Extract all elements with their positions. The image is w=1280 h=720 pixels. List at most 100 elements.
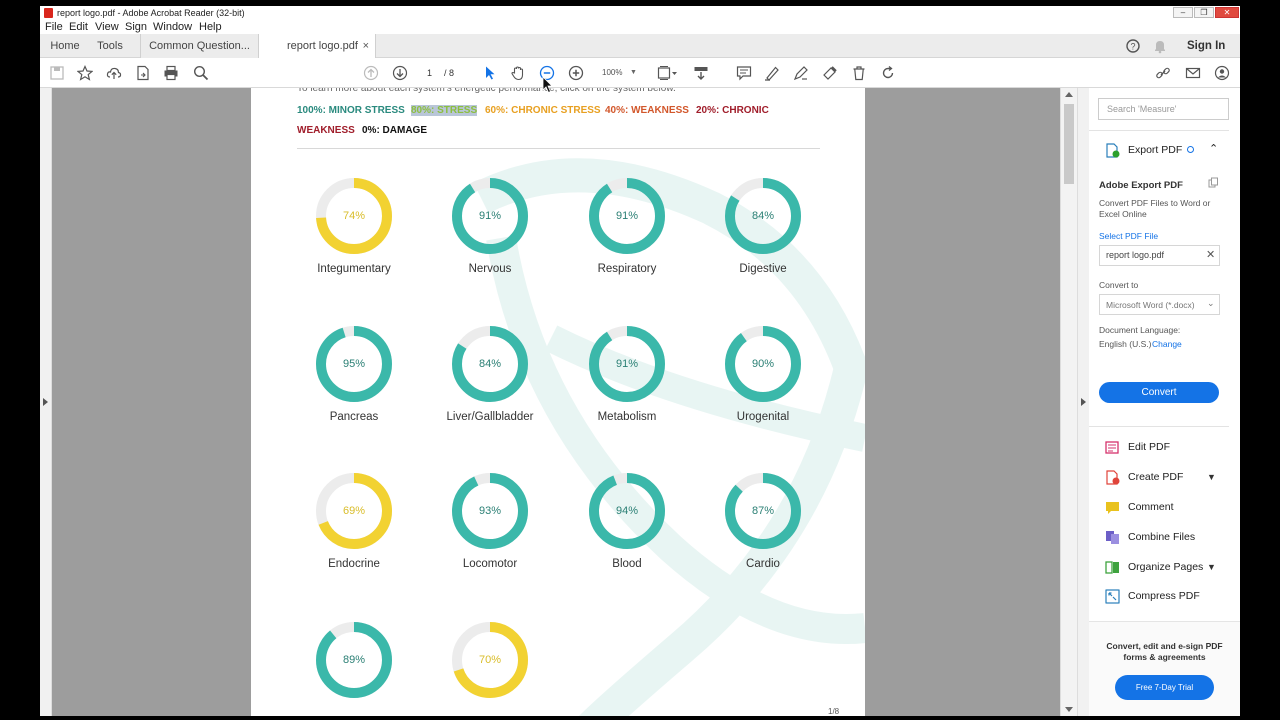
title-bar: report logo.pdf - Adobe Acrobat Reader (…: [40, 6, 1240, 20]
change-language-link[interactable]: Change: [1152, 339, 1182, 349]
hand-tool-icon[interactable]: [510, 65, 526, 81]
chevron-down-icon: ⌄: [1207, 298, 1215, 308]
gauge-label: Urogenital: [736, 411, 790, 423]
organize-pages-icon: [1105, 561, 1119, 574]
gauge-label: Liver/Gallbladder: [446, 411, 534, 423]
zoom-level-dropdown[interactable]: 100% ▼: [596, 64, 640, 82]
document-scrollbar[interactable]: [1060, 88, 1077, 716]
chevron-down-icon[interactable]: ▼: [1207, 468, 1216, 486]
cut-off-intro-text: To learn more about each system's energe…: [297, 88, 676, 94]
gauge-value: 84%: [751, 210, 775, 222]
select-pdf-file-link[interactable]: Select PDF File: [1099, 231, 1158, 241]
menu-sign[interactable]: Sign: [125, 21, 147, 33]
menu-file[interactable]: File: [45, 21, 63, 33]
chevron-up-icon[interactable]: ⌃: [1209, 140, 1218, 158]
previous-page-icon[interactable]: [363, 65, 379, 81]
tab-home[interactable]: Home: [40, 34, 90, 58]
zoom-value: 100%: [602, 68, 623, 77]
upload-cloud-icon[interactable]: [106, 65, 122, 81]
sign-in-button[interactable]: Sign In: [1187, 34, 1225, 58]
tools-search-input[interactable]: Search 'Measure': [1098, 98, 1229, 120]
gauge-locomotor[interactable]: 93%: [452, 473, 528, 549]
gauge-label: Endocrine: [328, 558, 380, 570]
gauge-pancreas[interactable]: 95%: [316, 326, 392, 402]
zoom-in-icon[interactable]: [568, 65, 584, 81]
email-envelope-icon[interactable]: [1185, 65, 1201, 81]
gauge-label: Locomotor: [462, 558, 518, 570]
menu-edit[interactable]: Edit: [69, 21, 88, 33]
chevron-down-icon[interactable]: ▼: [1207, 558, 1216, 576]
notifications-bell-icon[interactable]: [1152, 37, 1168, 55]
find-magnifier-icon[interactable]: [193, 65, 209, 81]
divider: [1089, 130, 1229, 131]
selected-file-field[interactable]: report logo.pdf ✕: [1099, 245, 1220, 266]
document-share-icon[interactable]: [135, 65, 151, 81]
tab-common-questions[interactable]: Common Question...: [140, 34, 258, 58]
gauge-liver-gallbladder[interactable]: 84%: [452, 326, 528, 402]
tool-label: Create PDF: [1128, 471, 1184, 483]
gauge-integumentary[interactable]: 74%: [316, 178, 392, 254]
legend-chronic-weakness: 20%: CHRONIC: [696, 105, 769, 116]
gauge-endocrine[interactable]: 69%: [316, 473, 392, 549]
close-window-button[interactable]: ✕: [1215, 7, 1239, 18]
convert-button[interactable]: Convert: [1099, 382, 1219, 403]
gauge-metabolism[interactable]: 91%: [589, 326, 665, 402]
help-icon[interactable]: ?: [1125, 37, 1141, 55]
next-page-icon[interactable]: [392, 65, 408, 81]
gauge-digestive[interactable]: 84%: [725, 178, 801, 254]
rotate-icon[interactable]: [880, 65, 896, 81]
bookmark-star-icon[interactable]: [77, 65, 93, 81]
highlight-pen-icon[interactable]: [764, 65, 780, 81]
stamp-sign-icon[interactable]: [822, 65, 838, 81]
chevron-down-icon: ▼: [630, 69, 637, 76]
gauge-system-13[interactable]: 89%: [316, 622, 392, 698]
comment-tool-icon: [1106, 502, 1119, 514]
select-cursor-icon[interactable]: [482, 65, 498, 81]
gauge-blood[interactable]: 94%: [589, 473, 665, 549]
print-icon[interactable]: [163, 65, 179, 81]
divider: [1089, 426, 1229, 427]
account-add-icon[interactable]: [1214, 65, 1230, 81]
menu-view[interactable]: View: [95, 21, 119, 33]
gauge-system-14[interactable]: 70%: [452, 622, 528, 698]
free-trial-button[interactable]: Free 7-Day Trial: [1115, 675, 1214, 700]
tab-label: report logo.pdf: [287, 40, 358, 52]
scroll-mode-icon[interactable]: [693, 65, 709, 81]
menu-help[interactable]: Help: [199, 21, 222, 33]
share-link-icon[interactable]: [1155, 65, 1171, 81]
gauge-cardio[interactable]: 87%: [725, 473, 801, 549]
minimize-button[interactable]: –: [1173, 7, 1193, 18]
right-panel-collapse[interactable]: [1077, 88, 1089, 716]
tool-label: Edit PDF: [1128, 441, 1171, 453]
menu-window[interactable]: Window: [153, 21, 192, 33]
page-current-input[interactable]: 1: [427, 64, 432, 82]
copy-icon[interactable]: [1208, 177, 1219, 188]
page-fit-icon[interactable]: [657, 65, 679, 81]
restore-button[interactable]: ❐: [1194, 7, 1214, 18]
gauge-nervous[interactable]: 91%: [452, 178, 528, 254]
scroll-thumb[interactable]: [1064, 104, 1074, 184]
tab-report-logo[interactable]: report logo.pdf ×: [258, 34, 376, 58]
expand-arrow-icon: [43, 398, 48, 406]
promo-panel: Convert, edit and e-sign PDF forms & agr…: [1089, 621, 1240, 716]
format-dropdown[interactable]: Microsoft Word (*.docx) ⌄: [1099, 294, 1220, 315]
comment-icon[interactable]: [736, 65, 752, 81]
page-number-box[interactable]: 1 / 8: [415, 64, 457, 82]
close-tab-icon[interactable]: ×: [363, 34, 369, 58]
gauge-value: 95%: [342, 358, 366, 370]
save-icon[interactable]: [49, 65, 65, 81]
delete-trash-icon[interactable]: [851, 65, 867, 81]
gauge-urogenital[interactable]: 90%: [725, 326, 801, 402]
draw-pen-icon[interactable]: [793, 65, 809, 81]
tab-tools[interactable]: Tools: [90, 34, 130, 58]
svg-text:?: ?: [1130, 42, 1135, 52]
clear-file-icon[interactable]: ✕: [1206, 248, 1215, 261]
scroll-down-arrow-icon[interactable]: [1065, 707, 1073, 712]
acrobat-window: report logo.pdf - Adobe Acrobat Reader (…: [40, 6, 1240, 716]
left-panel-toggle[interactable]: [40, 88, 52, 716]
gauge-value: 70%: [478, 654, 502, 666]
gauge-respiratory[interactable]: 91%: [589, 178, 665, 254]
scroll-up-arrow-icon[interactable]: [1065, 92, 1073, 97]
convert-to-label: Convert to: [1099, 280, 1139, 290]
page-total: / 8: [444, 68, 455, 78]
